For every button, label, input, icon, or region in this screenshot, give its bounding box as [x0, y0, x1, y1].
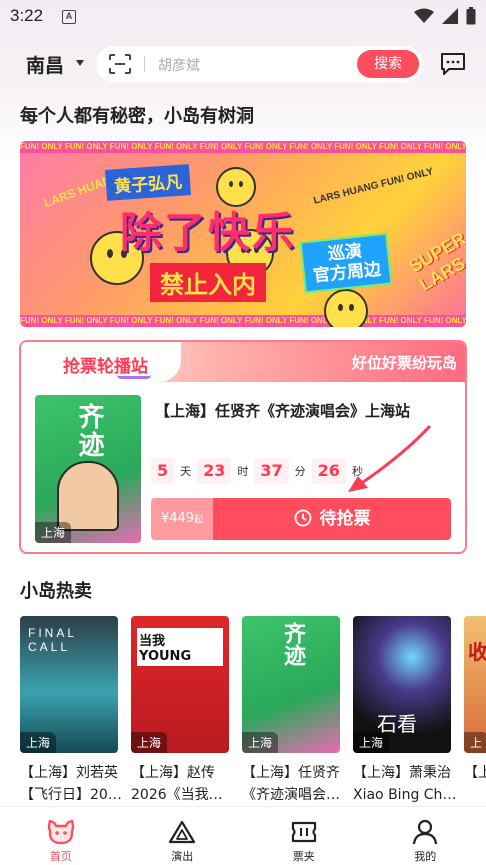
tab-profile[interactable]: 我的 — [365, 807, 486, 865]
price-tag: ¥449起 — [151, 498, 213, 540]
countdown-minutes-unit: 分 — [294, 465, 306, 478]
ticket-carousel-title: 抢票轮播站 — [63, 357, 148, 377]
search-bar[interactable]: 胡彦斌 搜索 — [96, 46, 423, 82]
hot-item[interactable]: 收 上 【上 — [464, 616, 486, 806]
hot-poster-title: 收 — [468, 640, 486, 664]
poster-city-label: 上海 — [35, 522, 72, 543]
hot-poster-title: 当我 YOUNG — [137, 628, 223, 666]
tab-home[interactable]: 首页 — [0, 807, 122, 865]
scan-icon[interactable] — [109, 54, 131, 74]
banner-stripe-bottom: FUN! ONLY FUN! ONLY FUN! ONLY FUN! ONLY … — [20, 315, 466, 327]
city-dropdown-caret-icon[interactable] — [76, 60, 84, 66]
hot-list: FINAL CALL 上海 【上海】刘若英 【飞行日】20… 当我 YOUNG 上… — [20, 616, 486, 806]
hot-item[interactable]: 石看 上海 【上海】萧秉治 Xiao Bing Chi… — [353, 616, 457, 806]
search-button[interactable]: 搜索 — [357, 50, 419, 78]
tab-home-label: 首页 — [49, 850, 72, 863]
banner-stripe-top: FUN! ONLY FUN! ONLY FUN! ONLY FUN! ONLY … — [20, 141, 466, 153]
hot-item-name[interactable]: 【上海】赵传 2026《当我… — [131, 762, 235, 806]
banner-lars-right: LARS HUANG FUN! ONLY — [312, 166, 435, 207]
hot-item[interactable]: 当我 YOUNG 上海 【上海】赵传 2026《当我… — [131, 616, 229, 806]
event-poster[interactable]: 齐迹 上海 — [35, 395, 141, 543]
hot-item-name-line1: 【上海】萧秉治 — [353, 765, 451, 781]
countdown-minutes: 37 — [254, 458, 289, 484]
tab-profile-label: 我的 — [414, 850, 437, 863]
tab-tickets[interactable]: 票夹 — [243, 807, 365, 865]
ticket-carousel-header: 抢票轮播站 好位好票纷玩岛 — [21, 342, 465, 382]
city-selector[interactable]: 南昌 — [26, 51, 64, 78]
tab-tickets-label: 票夹 — [292, 850, 315, 863]
signal-icon — [442, 8, 458, 24]
hot-item-name[interactable]: 【上海】萧秉治 Xiao Bing Chi… — [353, 762, 457, 806]
banner-headline: 除了快乐 — [120, 208, 297, 257]
banner-sub-tag: 禁止入内 — [150, 263, 266, 302]
countdown-days-unit: 天 — [180, 465, 192, 478]
grab-ticket-label: 待抢票 — [319, 509, 371, 529]
hot-item-name[interactable]: 【上海】任贤齐 《齐迹演唱会… — [242, 762, 346, 806]
sim-icon: A — [62, 10, 76, 24]
hot-item-name-line1: 【上 — [464, 765, 486, 781]
hot-item-name-line1: 【上海】刘若英 — [20, 765, 118, 781]
profile-icon — [413, 819, 438, 845]
banner-artist-tag: 黄子弘凡 — [105, 164, 191, 201]
banner-tour-tag: 巡演 官方周边 — [299, 232, 393, 294]
countdown-hours: 23 — [197, 458, 232, 484]
battery-icon — [466, 7, 476, 25]
hot-item-name-line2: Xiao Bing Chi… — [353, 787, 457, 803]
home-icon — [47, 819, 74, 845]
top-header: 南昌 胡彦斌 搜索 — [0, 44, 486, 84]
status-icons — [414, 7, 476, 25]
countdown-days: 5 — [151, 458, 175, 484]
status-bar: 3:22 A — [0, 0, 486, 34]
hot-poster-city: 上海 — [353, 732, 390, 753]
hot-item-name-line2: 【飞行日】20… — [20, 787, 122, 803]
ticket-wallet-icon — [291, 821, 316, 843]
banner-super-text: SUPER LARS — [405, 228, 466, 295]
poster-artist-figure — [57, 461, 119, 531]
hot-item-name-line1: 【上海】任贤齐 — [242, 765, 340, 781]
hot-item-poster[interactable]: 石看 上海 — [353, 616, 451, 753]
title-underline — [117, 375, 151, 379]
hot-poster-city: 上海 — [20, 732, 57, 753]
tab-shows[interactable]: 演出 — [122, 807, 244, 865]
hot-item[interactable]: FINAL CALL 上海 【上海】刘若英 【飞行日】20… — [20, 616, 122, 806]
hot-item-name[interactable]: 【上海】刘若英 【飞行日】20… — [20, 762, 124, 806]
wifi-icon — [414, 8, 434, 23]
tab-shows-label: 演出 — [171, 850, 194, 863]
hot-poster-city: 上 — [464, 732, 486, 753]
ticket-carousel-slogan: 好位好票纷玩岛 — [351, 354, 457, 372]
smiley-icon — [324, 289, 368, 327]
search-divider — [144, 56, 145, 72]
hot-poster-title: 齐迹 — [280, 622, 305, 666]
clock-icon — [294, 509, 311, 526]
status-time: 3:22 — [10, 6, 44, 25]
hot-item-poster[interactable]: 收 上 — [464, 616, 486, 753]
grab-ticket-button[interactable]: ¥449起 待抢票 — [151, 498, 451, 540]
shows-icon — [169, 820, 196, 844]
hot-item-name-line2: 《齐迹演唱会… — [242, 787, 340, 803]
message-icon[interactable] — [440, 52, 466, 76]
countdown-hours-unit: 时 — [237, 465, 249, 478]
hot-item-name[interactable]: 【上 — [464, 762, 486, 806]
poster-title: 齐迹 — [74, 403, 104, 459]
hot-item-name-line2: 2026《当我… — [131, 787, 223, 803]
hot-item-name-line1: 【上海】赵传 — [131, 765, 215, 781]
hot-section-title: 小岛热卖 — [20, 581, 92, 602]
grab-ticket-label-area[interactable]: 待抢票 — [213, 498, 451, 540]
hot-item-poster[interactable]: 齐迹 上海 — [242, 616, 340, 753]
price-suffix: 起 — [194, 515, 204, 525]
hot-item-poster[interactable]: 当我 YOUNG 上海 — [131, 616, 229, 753]
hot-item-poster[interactable]: FINAL CALL 上海 — [20, 616, 118, 753]
page-slogan: 每个人都有秘密，小岛有树洞 — [20, 106, 254, 127]
promo-banner[interactable]: FUN! ONLY FUN! ONLY FUN! ONLY FUN! ONLY … — [20, 141, 466, 327]
price-value: ¥449 — [160, 511, 195, 526]
hot-poster-city: 上海 — [242, 732, 279, 753]
pointer-arrow-icon — [348, 424, 432, 492]
bottom-tab-bar: 首页 演出 票夹 我的 — [0, 806, 486, 865]
hot-poster-title: FINAL CALL — [28, 626, 77, 654]
hot-poster-city: 上海 — [131, 732, 168, 753]
hot-item[interactable]: 齐迹 上海 【上海】任贤齐 《齐迹演唱会… — [242, 616, 340, 806]
search-input[interactable]: 胡彦斌 — [158, 55, 200, 75]
